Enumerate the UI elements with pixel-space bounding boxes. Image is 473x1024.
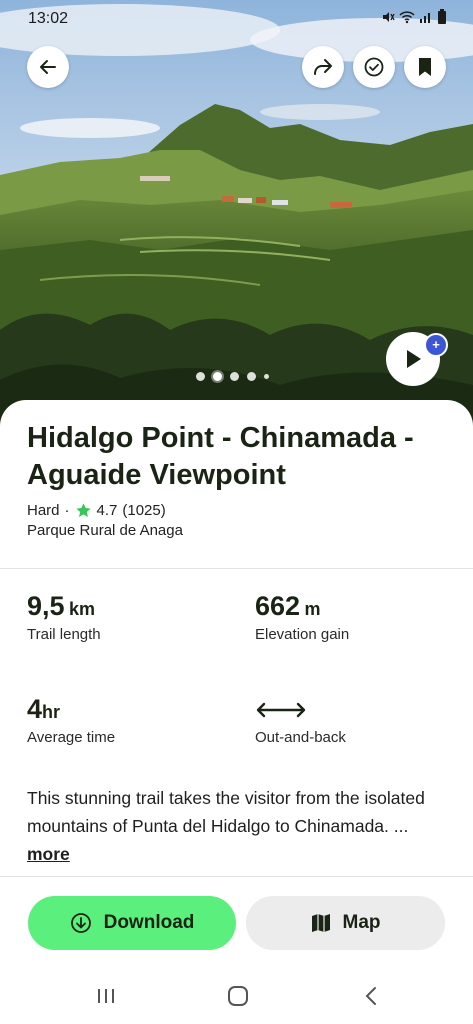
stat-trail-length: 9,5 km Trail length (27, 591, 101, 643)
length-value: 9,5 (27, 591, 65, 621)
page-dot[interactable] (230, 372, 239, 381)
home-icon[interactable] (227, 985, 249, 1007)
bookmark-icon (419, 58, 431, 76)
elevation-label: Elevation gain (255, 626, 350, 643)
stat-average-time: 4hr Average time (27, 694, 115, 746)
mark-completed-button[interactable] (353, 46, 395, 88)
status-icons (381, 9, 447, 24)
system-navigation-bar (0, 968, 473, 1024)
elevation-unit: m (304, 599, 321, 619)
check-circle-icon (364, 57, 384, 77)
page-dot[interactable] (247, 372, 256, 381)
time-value: 4 (27, 694, 43, 724)
play-icon (407, 350, 421, 368)
map-label: Map (342, 912, 381, 933)
meta-separator: · (64, 502, 70, 519)
page-dot[interactable] (196, 372, 205, 381)
trail-title: Hidalgo Point - Chinamada - Aguaide View… (27, 422, 414, 491)
recent-apps-icon[interactable] (96, 987, 116, 1005)
plus-badge-icon: + (424, 333, 448, 357)
description-text: This stunning trail takes the visitor fr… (27, 788, 425, 836)
wifi-icon (399, 10, 415, 23)
back-button[interactable] (27, 46, 69, 88)
trail-meta: Hard · 4.7 (1025) (27, 502, 166, 519)
system-back-icon[interactable] (364, 986, 378, 1006)
download-icon (70, 913, 91, 933)
difficulty-label: Hard (27, 502, 60, 519)
photo-pagination[interactable] (196, 372, 269, 381)
review-count[interactable]: (1025) (122, 502, 165, 519)
bookmark-button[interactable] (404, 46, 446, 88)
stat-route-type: Out-and-back (255, 694, 346, 746)
more-link[interactable]: more (27, 844, 70, 864)
divider (0, 568, 473, 569)
share-button[interactable] (302, 46, 344, 88)
two-way-arrow-icon (256, 702, 306, 717)
trail-description: This stunning trail takes the visitor fr… (27, 784, 447, 868)
time-label: Average time (27, 729, 116, 746)
download-label: Download (103, 912, 195, 933)
trail-region[interactable]: Parque Rural de Anaga (27, 522, 183, 539)
length-label: Trail length (27, 626, 101, 643)
battery-icon (438, 9, 446, 24)
share-icon (314, 59, 332, 75)
elevation-value: 662 (255, 591, 301, 621)
length-unit: km (69, 599, 96, 619)
rating-value[interactable]: 4.7 (97, 502, 118, 519)
map-icon (311, 914, 330, 932)
route-type-label: Out-and-back (255, 729, 346, 746)
status-bar: 13:02 (0, 0, 473, 36)
download-button[interactable]: Download (28, 896, 236, 950)
star-icon (75, 503, 91, 517)
stat-elevation-gain: 662 m Elevation gain (255, 591, 349, 643)
page-dot-active[interactable] (213, 372, 222, 381)
status-time: 13:02 (28, 10, 69, 27)
mute-icon (383, 11, 395, 22)
divider (0, 876, 473, 877)
signal-icon (420, 12, 430, 23)
time-unit: hr (42, 702, 61, 722)
map-button[interactable]: Map (246, 896, 445, 950)
page-dot[interactable] (264, 374, 269, 379)
back-arrow-icon (40, 60, 56, 74)
